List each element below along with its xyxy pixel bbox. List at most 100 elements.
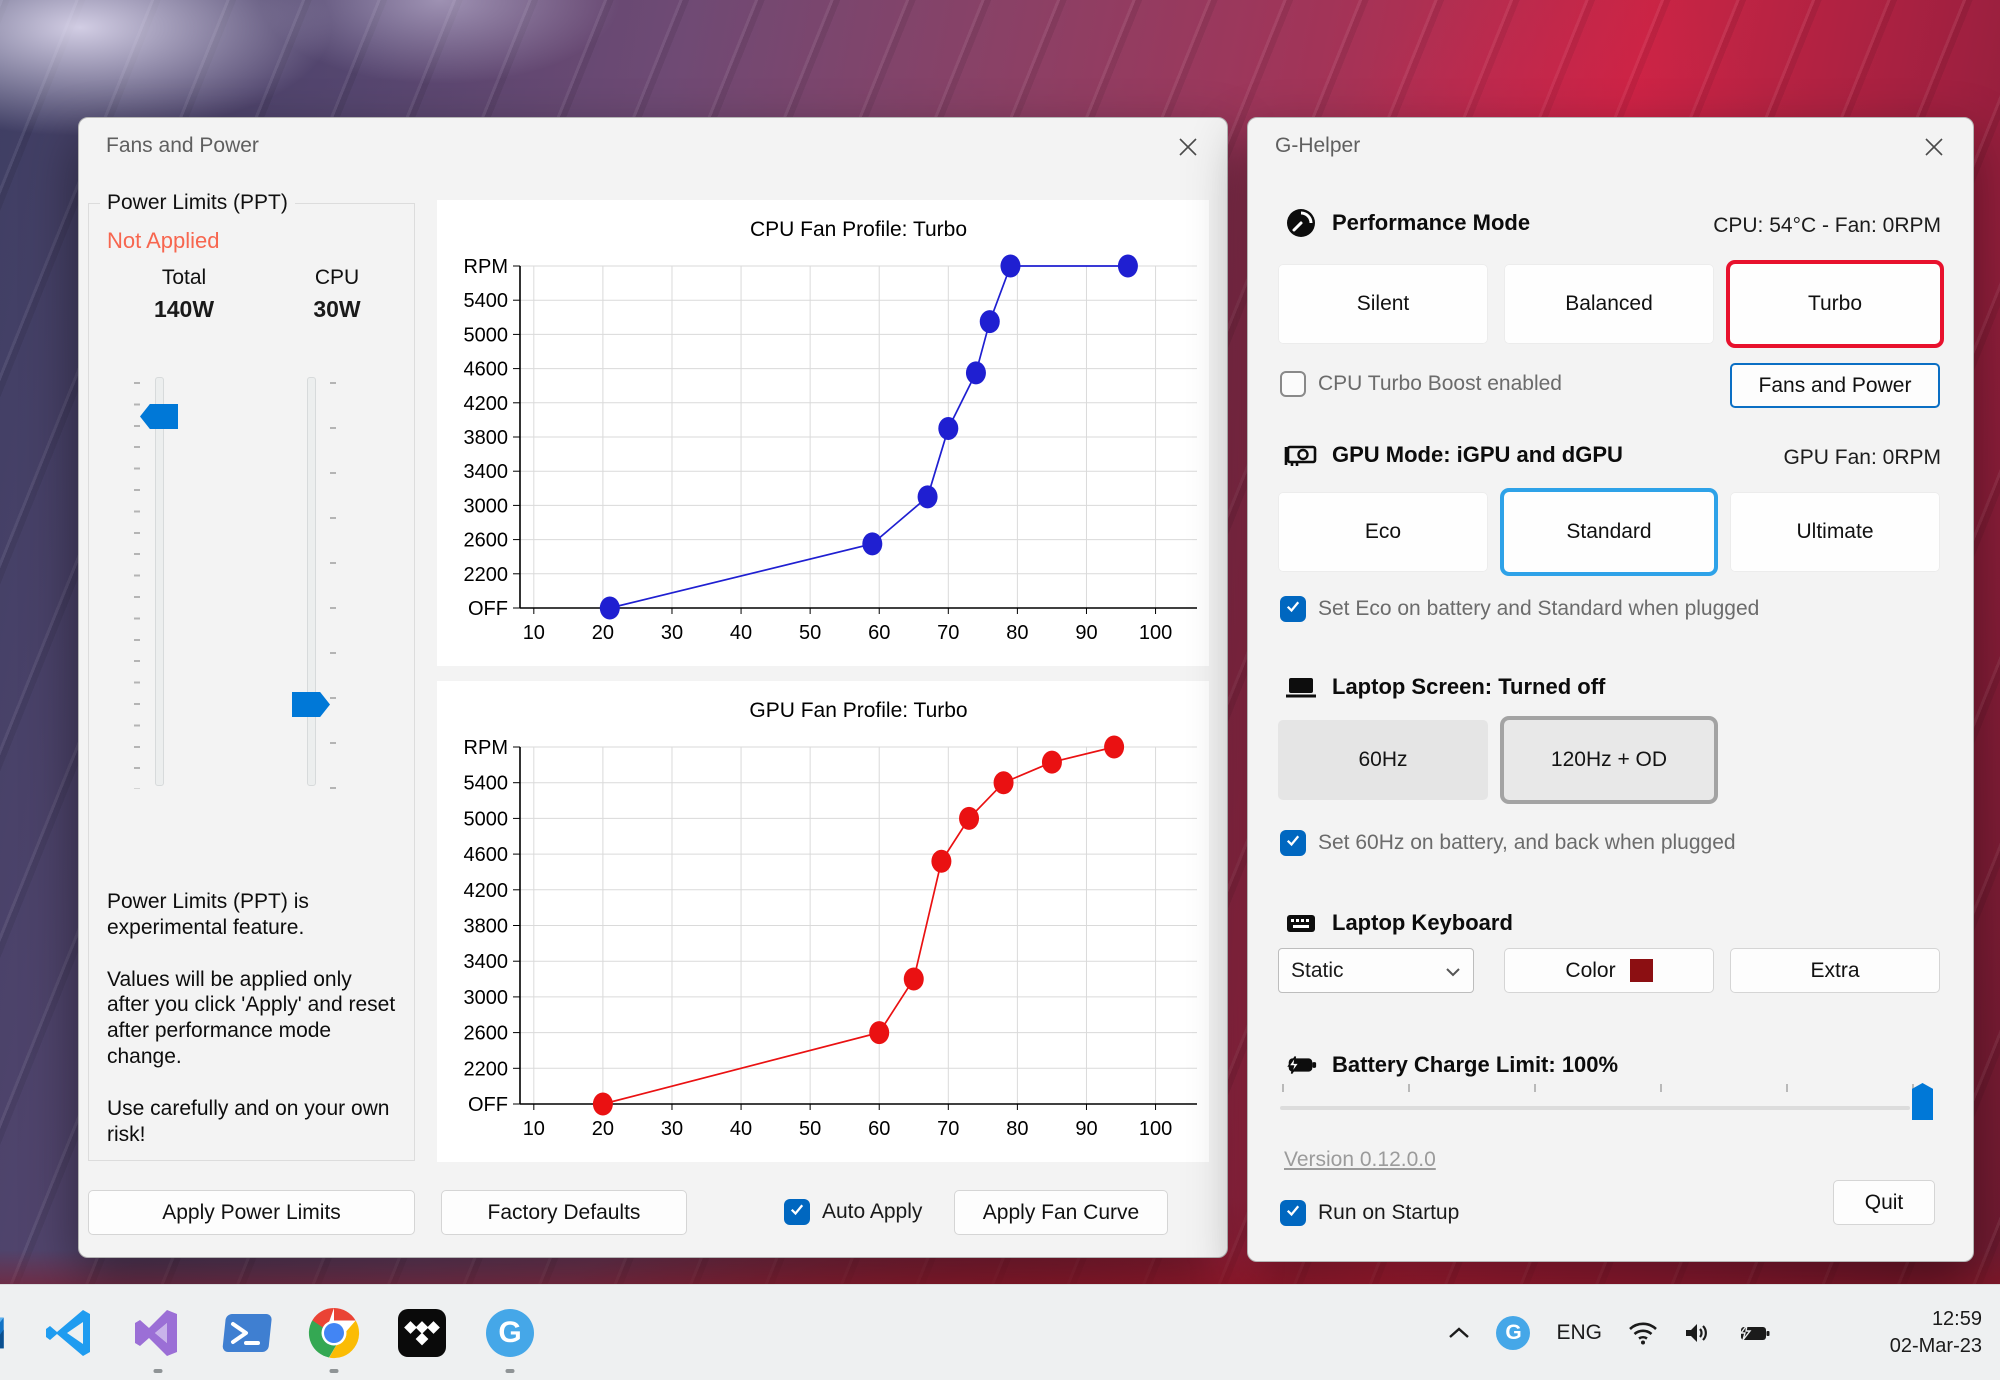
check-icon (788, 1200, 806, 1224)
taskbar-mail-app-icon[interactable] (0, 1285, 26, 1380)
screen-120hz-button-selected[interactable]: 120Hz + OD (1504, 720, 1714, 800)
volume-icon[interactable] (1684, 1321, 1712, 1345)
group-label: Power Limits (PPT) (100, 191, 295, 215)
apply-power-limits-button[interactable]: Apply Power Limits (88, 1190, 415, 1235)
battery-tray-icon[interactable] (1738, 1321, 1770, 1345)
battery-limit-title: Battery Charge Limit: 100% (1332, 1052, 1618, 1078)
60hz-on-battery-row: Set 60Hz on battery, and back when plugg… (1280, 830, 1736, 856)
laptop-screen-title: Laptop Screen: Turned off (1332, 674, 1605, 700)
mode-turbo-button-selected[interactable]: Turbo (1730, 264, 1940, 344)
battery-slider-handle[interactable] (1912, 1083, 1933, 1120)
system-tray: G ENG (1448, 1285, 1770, 1380)
total-slider-handle[interactable] (140, 404, 178, 429)
gpu-fan-chart-panel[interactable]: GPU Fan Profile: Turbo102030405060708090… (437, 681, 1209, 1162)
keyboard-backlight-select[interactable]: Static (1278, 948, 1474, 993)
cpu-label: CPU (277, 266, 397, 290)
fans-and-power-button[interactable]: Fans and Power (1730, 363, 1940, 408)
cpu-boost-checkbox[interactable] (1280, 371, 1306, 397)
window-title: G-Helper (1275, 134, 1360, 158)
svg-text:5000: 5000 (464, 808, 509, 830)
laptop-keyboard-title: Laptop Keyboard (1332, 910, 1513, 936)
svg-text:70: 70 (937, 622, 959, 644)
mode-silent-label: Silent (1357, 292, 1410, 316)
svg-text:60: 60 (868, 622, 890, 644)
clock-time: 12:59 (1932, 1306, 1982, 1333)
total-slider-track[interactable] (155, 377, 164, 786)
taskbar-clock[interactable]: 12:59 02-Mar-23 (1890, 1285, 1982, 1380)
svg-text:OFF: OFF (468, 598, 508, 620)
gpu-standard-label: Standard (1566, 520, 1651, 544)
screen-60hz-label: 60Hz (1358, 748, 1407, 772)
performance-mode-title: Performance Mode (1332, 210, 1530, 236)
svg-text:80: 80 (1006, 622, 1028, 644)
mode-silent-button[interactable]: Silent (1278, 264, 1488, 344)
taskbar: G G ENG 12:59 02-Mar-23 (0, 1284, 2000, 1380)
gpu-eco-button[interactable]: Eco (1278, 492, 1488, 572)
svg-text:OFF: OFF (468, 1094, 508, 1116)
cpu-boost-row: CPU Turbo Boost enabled (1280, 371, 1562, 397)
60hz-on-battery-checkbox[interactable] (1280, 830, 1306, 856)
keyboard-color-button[interactable]: Color (1504, 948, 1714, 993)
auto-apply-checkbox[interactable] (784, 1199, 810, 1225)
fans-and-power-label: Fans and Power (1759, 374, 1912, 398)
backlight-selected-value: Static (1291, 959, 1344, 983)
svg-text:50: 50 (799, 1118, 821, 1140)
close-button[interactable] (1167, 131, 1209, 165)
tray-ghelper-icon[interactable]: G (1496, 1316, 1530, 1350)
taskbar-vscode-icon[interactable] (26, 1285, 114, 1380)
svg-text:2600: 2600 (464, 530, 509, 552)
check-icon (1284, 831, 1302, 855)
taskbar-visual-studio-icon[interactable] (114, 1285, 202, 1380)
running-indicator-dot (330, 1369, 339, 1373)
taskbar-tidal-icon[interactable] (378, 1285, 466, 1380)
eco-on-battery-label: Set Eco on battery and Standard when plu… (1318, 597, 1759, 621)
cpu-fan-chart-panel[interactable]: CPU Fan Profile: Turbo102030405060708090… (437, 200, 1209, 666)
gpu-ultimate-button[interactable]: Ultimate (1730, 492, 1940, 572)
keyboard-extra-label: Extra (1810, 959, 1859, 983)
run-on-startup-checkbox[interactable] (1280, 1200, 1306, 1226)
mode-balanced-button[interactable]: Balanced (1504, 264, 1714, 344)
wifi-icon[interactable] (1628, 1321, 1658, 1345)
running-indicator-dot (506, 1369, 515, 1373)
taskbar-chrome-icon[interactable] (290, 1285, 378, 1380)
taskbar-ghelper-icon[interactable]: G (466, 1285, 554, 1380)
cpu-column: CPU 30W (277, 266, 397, 323)
svg-text:3800: 3800 (464, 427, 509, 449)
cpu-fan-chart[interactable]: CPU Fan Profile: Turbo102030405060708090… (437, 200, 1209, 666)
60hz-on-battery-label: Set 60Hz on battery, and back when plugg… (1318, 831, 1736, 855)
version-link[interactable]: Version 0.12.0.0 (1284, 1148, 1436, 1172)
auto-apply-label: Auto Apply (822, 1200, 922, 1224)
cpu-slider-handle[interactable] (292, 692, 330, 717)
tray-chevron-up-icon[interactable] (1448, 1326, 1470, 1340)
apply-power-limits-label: Apply Power Limits (162, 1201, 341, 1225)
quit-button[interactable]: Quit (1833, 1180, 1935, 1225)
keyboard-extra-button[interactable]: Extra (1730, 948, 1940, 993)
apply-fan-curve-label: Apply Fan Curve (983, 1201, 1139, 1225)
svg-text:20: 20 (592, 622, 614, 644)
eco-on-battery-row: Set Eco on battery and Standard when plu… (1280, 596, 1759, 622)
svg-text:RPM: RPM (464, 737, 508, 759)
cpu-slider-track[interactable] (307, 377, 316, 786)
ghelper-logo: G (486, 1309, 534, 1357)
gpu-fan-chart[interactable]: GPU Fan Profile: Turbo102030405060708090… (437, 681, 1209, 1162)
close-icon (1178, 137, 1198, 160)
close-icon (1924, 137, 1944, 160)
close-button[interactable] (1913, 131, 1955, 165)
run-on-startup-label: Run on Startup (1318, 1201, 1459, 1225)
svg-text:90: 90 (1075, 622, 1097, 644)
gpu-card-icon (1284, 438, 1318, 472)
battery-slider-track[interactable] (1280, 1106, 1910, 1110)
apply-fan-curve-button[interactable]: Apply Fan Curve (954, 1190, 1168, 1235)
cpu-slider-ticks (330, 382, 336, 789)
total-slider-ticks (134, 382, 140, 789)
svg-text:RPM: RPM (464, 256, 508, 278)
note-line: Power Limits (PPT) is experimental featu… (107, 889, 399, 941)
svg-text:2200: 2200 (464, 564, 509, 586)
gpu-standard-button-selected[interactable]: Standard (1504, 492, 1714, 572)
factory-defaults-button[interactable]: Factory Defaults (441, 1190, 687, 1235)
screen-60hz-button[interactable]: 60Hz (1278, 720, 1488, 800)
svg-text:3000: 3000 (464, 987, 509, 1009)
taskbar-powershell-icon[interactable] (202, 1285, 290, 1380)
eco-on-battery-checkbox[interactable] (1280, 596, 1306, 622)
tray-language[interactable]: ENG (1556, 1321, 1602, 1345)
